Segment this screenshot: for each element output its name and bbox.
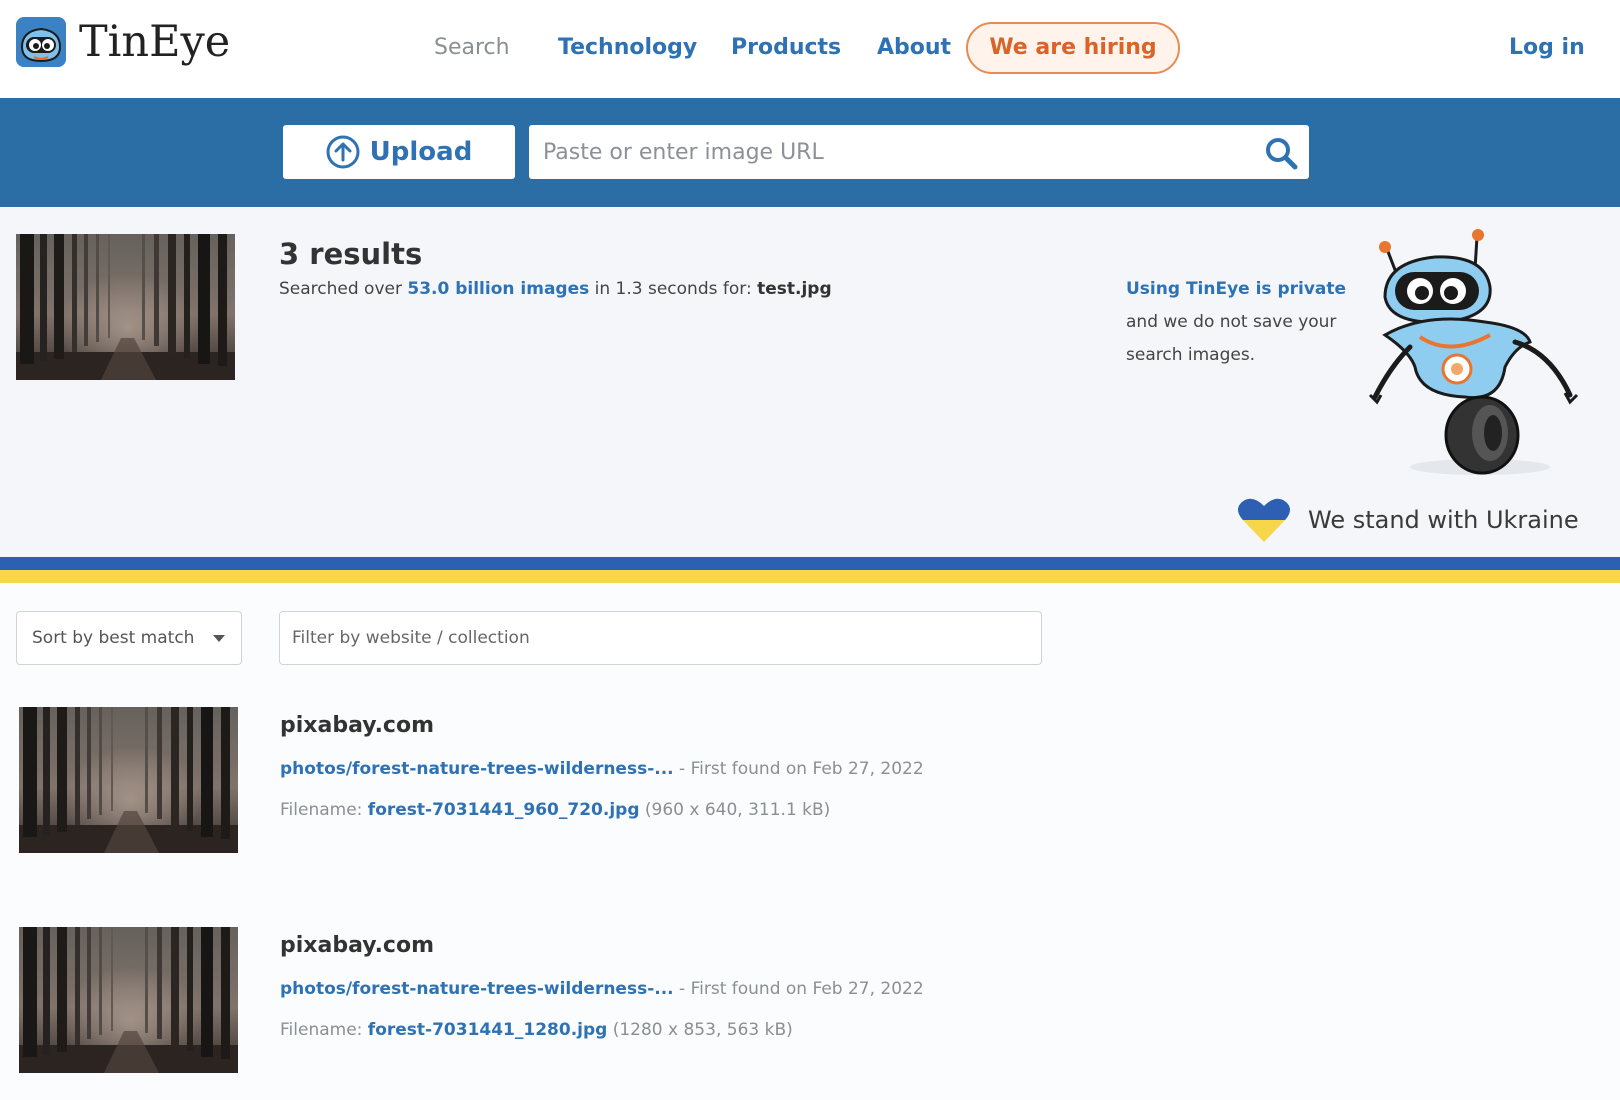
image-url-input[interactable] (529, 125, 1249, 179)
result-file-link[interactable]: forest-7031441_960_720.jpg (368, 800, 640, 820)
robot-logo-icon (16, 17, 66, 67)
result-page-link[interactable]: photos/forest-nature-trees-wilderness-..… (280, 759, 674, 779)
robot-mascot-icon (1368, 229, 1579, 475)
url-search-box (529, 125, 1309, 179)
tineye-logo[interactable]: TinEye (16, 17, 230, 67)
searched-filename: test.jpg (757, 279, 832, 299)
hiring-button[interactable]: We are hiring (966, 22, 1180, 74)
result-first-found: - First found on Feb 27, 2022 (673, 979, 924, 999)
login-link[interactable]: Log in (1509, 22, 1585, 74)
caret-down-icon (213, 635, 225, 642)
ukraine-text: We stand with Ukraine (1308, 506, 1579, 534)
search-bar-band: Upload (0, 98, 1620, 207)
result-item: pixabay.com photos/forest-nature-trees-w… (0, 927, 1060, 1100)
ukraine-heart-icon (1238, 498, 1290, 543)
search-stats: Searched over 53.0 billion images in 1.3… (279, 279, 832, 299)
result-first-found: - First found on Feb 27, 2022 (673, 759, 924, 779)
result-thumbnail[interactable] (19, 927, 238, 1073)
nav-technology[interactable]: Technology (558, 22, 697, 74)
result-item: pixabay.com photos/forest-nature-trees-w… (0, 707, 1060, 907)
search-stats-prefix: Searched over (279, 279, 408, 299)
search-icon[interactable] (1263, 135, 1299, 171)
result-thumbnail[interactable] (19, 707, 238, 853)
ukraine-stripe-blue (0, 557, 1620, 570)
nav-about[interactable]: About (877, 22, 951, 74)
result-file-info: (960 x 640, 311.1 kB) (639, 800, 831, 820)
filter-input[interactable] (280, 612, 1041, 664)
sort-selected-value: Sort by best match (32, 628, 195, 648)
result-meta: photos/forest-nature-trees-wilderness-..… (280, 759, 924, 779)
nav-search[interactable]: Search (434, 22, 510, 74)
privacy-notice: Using TinEye is private and we do not sa… (1126, 273, 1356, 372)
result-file-link[interactable]: forest-7031441_1280.jpg (368, 1020, 608, 1040)
filter-box (279, 611, 1042, 665)
ukraine-support: We stand with Ukraine (1238, 495, 1579, 545)
nav-products[interactable]: Products (731, 22, 841, 74)
sort-dropdown[interactable]: Sort by best match (16, 611, 242, 665)
result-file-info: (1280 x 853, 563 kB) (607, 1020, 793, 1040)
result-site[interactable]: pixabay.com (280, 933, 434, 958)
result-page-link[interactable]: photos/forest-nature-trees-wilderness-..… (280, 979, 674, 999)
upload-button[interactable]: Upload (283, 125, 515, 179)
top-header: TinEye Search Technology Products About … (0, 0, 1620, 98)
results-count: 3 results (279, 237, 423, 271)
result-site[interactable]: pixabay.com (280, 713, 434, 738)
ukraine-stripe-yellow (0, 570, 1620, 583)
privacy-text: and we do not save your search images. (1126, 312, 1337, 365)
index-size-link[interactable]: 53.0 billion images (407, 279, 589, 299)
filename-label: Filename: (280, 1020, 368, 1040)
result-file: Filename: forest-7031441_1280.jpg (1280 … (280, 1020, 793, 1040)
upload-arrow-icon (326, 135, 360, 169)
filename-label: Filename: (280, 800, 368, 820)
result-file: Filename: forest-7031441_960_720.jpg (96… (280, 800, 830, 820)
result-meta: photos/forest-nature-trees-wilderness-..… (280, 979, 924, 999)
privacy-link[interactable]: Using TinEye is private (1126, 273, 1356, 306)
upload-label: Upload (369, 137, 473, 167)
brand-name: TinEye (79, 17, 231, 67)
query-image-thumbnail[interactable] (16, 234, 235, 380)
results-summary: 3 results Searched over 53.0 billion ima… (0, 207, 1620, 557)
search-stats-mid: in 1.3 seconds for: (589, 279, 758, 299)
